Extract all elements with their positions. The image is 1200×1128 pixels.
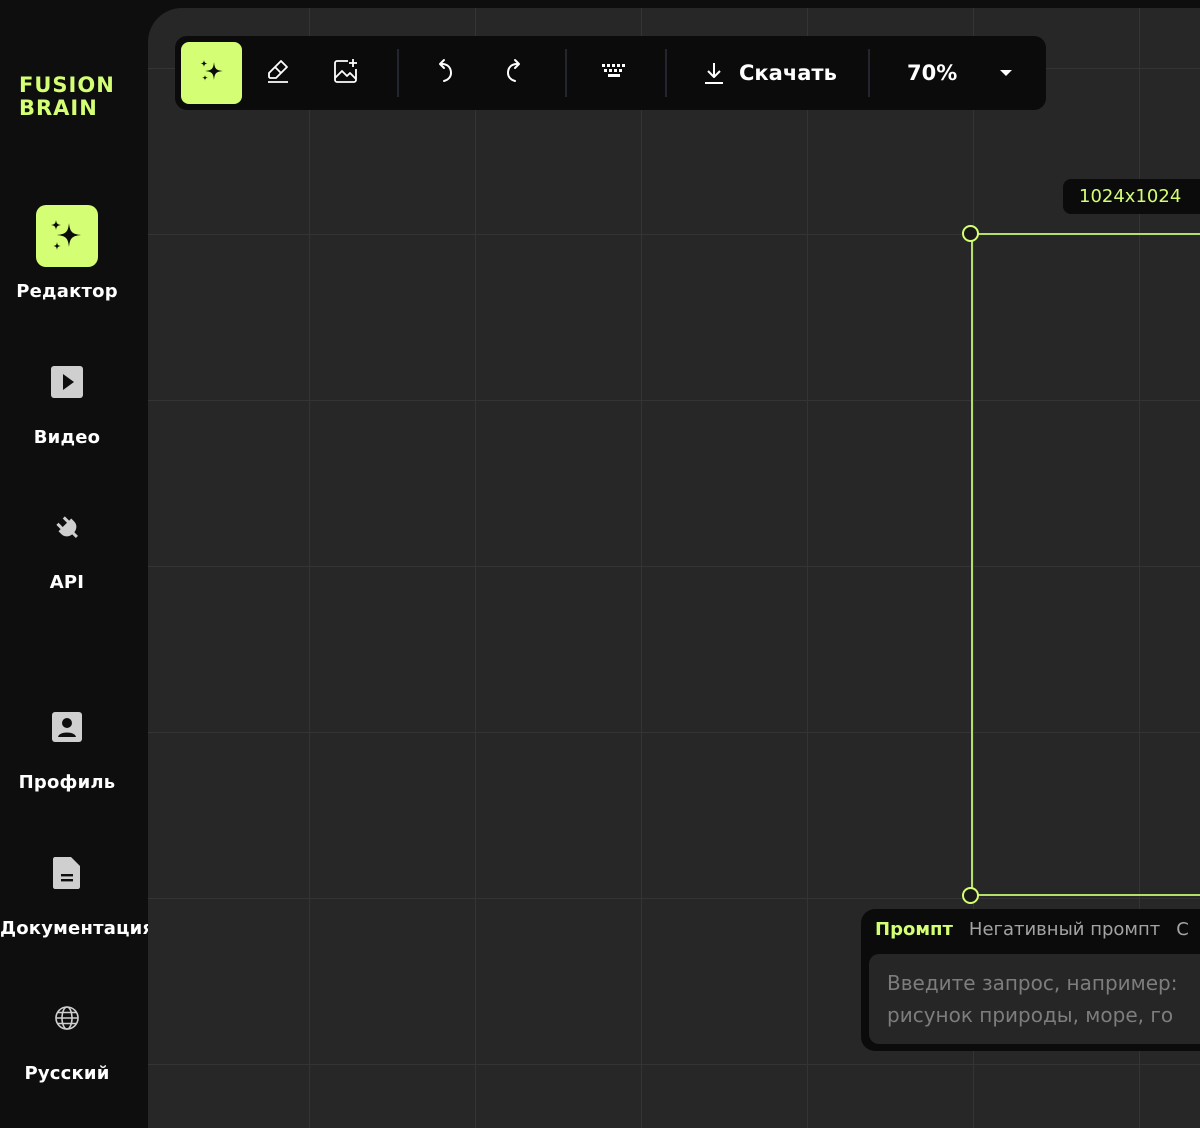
tab-negative-prompt[interactable]: Негативный промпт [969,919,1160,940]
download-icon [703,61,725,85]
sidebar-item-api[interactable]: API [0,496,134,593]
undo-icon [433,58,457,88]
prompt-input[interactable] [869,954,1200,1044]
logo-line-2: BRAIN [19,96,98,120]
sidebar-item-label: Видео [33,427,101,448]
add-image-tool-button[interactable] [317,42,375,104]
zoom-select[interactable]: 70% [887,42,1037,104]
plug-icon [36,496,98,558]
keyboard-shortcuts-button[interactable] [585,42,643,104]
frame-size-badge: 1024x1024 [1063,179,1200,214]
prompt-panel: Промпт Негативный промпт С [861,909,1200,1051]
toolbar-divider [565,49,567,97]
sparkles-icon [199,58,225,88]
frame-resize-handle-top-left[interactable] [962,225,979,242]
document-icon [36,842,98,904]
sidebar-item-label: Редактор [16,281,118,302]
redo-icon [502,58,526,88]
keyboard-icon [601,62,627,84]
frame-resize-handle-bottom-left[interactable] [962,887,979,904]
toolbar-divider [665,49,667,97]
sidebar-item-video[interactable]: Видео [0,351,134,448]
toolbar: Скачать 70% [175,36,1046,110]
zoom-value: 70% [907,61,958,85]
caret-down-icon [999,68,1013,78]
eraser-tool-button[interactable] [249,42,307,104]
image-frame[interactable] [971,233,1200,896]
sidebar-item-label: API [49,572,85,593]
logo-line-1: FUSION [19,73,115,97]
toolbar-divider [868,49,870,97]
profile-icon [36,696,98,758]
sidebar-item-editor[interactable]: Редактор [0,205,134,302]
redo-button[interactable] [485,42,543,104]
download-label: Скачать [739,61,837,85]
sidebar-item-profile[interactable]: Профиль [0,696,134,793]
tab-prompt[interactable]: Промпт [875,919,953,940]
download-button[interactable]: Скачать [687,42,847,104]
generate-tool-button[interactable] [181,42,242,104]
toolbar-divider [397,49,399,97]
eraser-icon [265,58,291,88]
tab-style[interactable]: С [1176,919,1189,940]
sidebar-item-label: Профиль [18,772,116,793]
image-add-icon [333,58,359,88]
sparkles-icon [36,205,98,267]
globe-icon [36,987,98,1049]
sidebar: FUSION BRAIN Редактор Видео API Профиль … [0,0,155,1118]
undo-button[interactable] [416,42,474,104]
play-icon [36,351,98,413]
logo[interactable]: FUSION BRAIN [19,74,115,120]
sidebar-item-label: Русский [24,1063,110,1084]
sidebar-item-documentation[interactable]: Документация [0,842,155,939]
sidebar-item-label: Документация [0,918,155,939]
prompt-tabs: Промпт Негативный промпт С [875,919,1200,940]
sidebar-item-language[interactable]: Русский [0,987,134,1084]
